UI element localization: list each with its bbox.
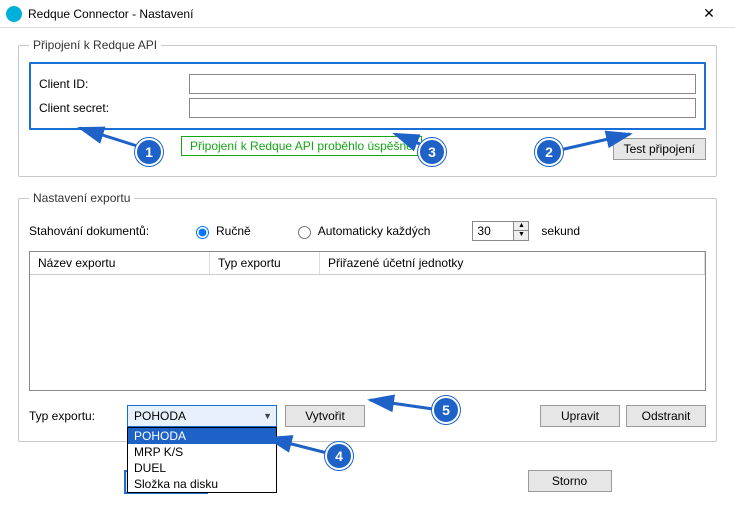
type-label: Typ exportu: [29, 409, 119, 423]
type-option-duel[interactable]: DUEL [128, 460, 276, 476]
api-group: Připojení k Redque API Client ID: Client… [18, 38, 717, 177]
annotation-1: 1 [135, 138, 163, 166]
create-button[interactable]: Vytvořit [285, 405, 365, 427]
titlebar: Redque Connector - Nastavení ✕ [0, 0, 735, 28]
client-id-label: Client ID: [39, 77, 189, 91]
window-title: Redque Connector - Nastavení [28, 7, 689, 21]
stepper-down-icon[interactable]: ▼ [514, 231, 528, 240]
api-status-message: Připojení k Redque API proběhlo úspěšně [181, 136, 422, 156]
annotation-3: 3 [418, 138, 446, 166]
auto-interval-stepper[interactable]: ▲ ▼ [472, 221, 529, 241]
radio-auto[interactable]: Automaticky každých [293, 223, 431, 239]
type-combobox[interactable]: POHODA ▼ [127, 405, 277, 427]
auto-interval-unit: sekund [541, 224, 580, 238]
chevron-down-icon: ▼ [263, 411, 272, 421]
annotation-4: 4 [325, 442, 353, 470]
annotation-5: 5 [432, 396, 460, 424]
client-secret-input[interactable] [189, 98, 696, 118]
api-credentials-box: Client ID: Client secret: [29, 62, 706, 130]
radio-manual-label: Ručně [216, 224, 251, 238]
test-connection-button[interactable]: Test připojení [613, 138, 706, 160]
col-name[interactable]: Název exportu [30, 252, 210, 274]
radio-manual[interactable]: Ručně [191, 223, 251, 239]
export-legend: Nastavení exportu [29, 191, 134, 205]
delete-button[interactable]: Odstranit [626, 405, 706, 427]
app-icon [6, 6, 22, 22]
type-option-mrp[interactable]: MRP K/S [128, 444, 276, 460]
exports-table: Název exportu Typ exportu Přiřazené účet… [29, 251, 706, 391]
cancel-button[interactable]: Storno [528, 470, 612, 492]
edit-button[interactable]: Upravit [540, 405, 620, 427]
table-header: Název exportu Typ exportu Přiřazené účet… [30, 252, 705, 275]
col-units[interactable]: Přiřazené účetní jednotky [320, 252, 705, 274]
export-group: Nastavení exportu Stahování dokumentů: R… [18, 191, 717, 442]
type-dropdown[interactable]: POHODA MRP K/S DUEL Složka na disku [127, 427, 277, 493]
radio-auto-label: Automaticky každých [318, 224, 431, 238]
client-secret-label: Client secret: [39, 101, 189, 115]
radio-auto-input[interactable] [298, 226, 311, 239]
client-id-input[interactable] [189, 74, 696, 94]
api-legend: Připojení k Redque API [29, 38, 161, 52]
type-option-folder[interactable]: Složka na disku [128, 476, 276, 492]
table-body[interactable] [30, 275, 705, 390]
close-icon[interactable]: ✕ [689, 5, 729, 22]
stepper-up-icon[interactable]: ▲ [514, 222, 528, 231]
radio-manual-input[interactable] [196, 226, 209, 239]
annotation-2: 2 [535, 138, 563, 166]
type-selected: POHODA [134, 409, 186, 423]
download-label: Stahování dokumentů: [29, 224, 179, 238]
col-type[interactable]: Typ exportu [210, 252, 320, 274]
type-option-pohoda[interactable]: POHODA [128, 428, 276, 444]
auto-interval-input[interactable] [473, 222, 513, 240]
